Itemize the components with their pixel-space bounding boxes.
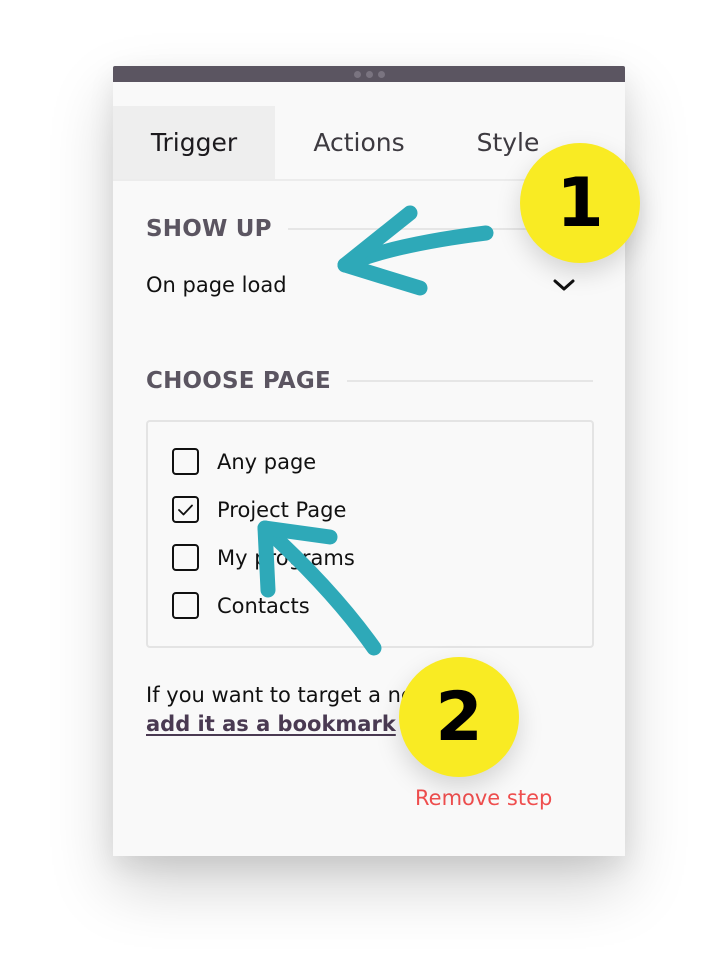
page-option-project-page[interactable]: Project Page xyxy=(172,496,346,523)
option-label: Contacts xyxy=(217,593,310,618)
show-up-select[interactable]: On page load xyxy=(146,271,576,299)
choose-page-heading: CHOOSE PAGE xyxy=(146,368,331,394)
bookmark-helper: If you want to target a new page, add it… xyxy=(146,681,596,739)
checkbox[interactable] xyxy=(172,592,199,619)
page-option-any-page[interactable]: Any page xyxy=(172,448,316,475)
choose-page-header: CHOOSE PAGE xyxy=(146,368,593,394)
option-label: Any page xyxy=(217,449,317,474)
chevron-down-icon xyxy=(553,279,575,291)
handle-dot xyxy=(365,70,373,78)
add-bookmark-link[interactable]: add it as a bookmark xyxy=(146,712,396,736)
show-up-heading: SHOW UP xyxy=(146,216,272,242)
checkbox-checked[interactable] xyxy=(172,496,199,523)
checkbox[interactable] xyxy=(172,448,199,475)
show-up-selected-value: On page load xyxy=(146,273,287,297)
handle-dot xyxy=(377,70,385,78)
remove-step-button[interactable]: Remove step xyxy=(415,786,552,810)
checkmark-icon xyxy=(178,504,193,515)
tab-trigger[interactable]: Trigger xyxy=(113,106,275,179)
page-option-contacts[interactable]: Contacts xyxy=(172,592,310,619)
option-label: Project Page xyxy=(217,497,347,522)
panel-drag-handle[interactable] xyxy=(113,66,625,82)
handle-dot xyxy=(353,70,361,78)
step-badge-2: 2 xyxy=(399,657,519,777)
step-badge-1: 1 xyxy=(520,143,640,263)
option-label: My programs xyxy=(217,545,355,570)
divider xyxy=(346,380,593,382)
checkbox[interactable] xyxy=(172,544,199,571)
tab-actions[interactable]: Actions xyxy=(275,106,443,179)
page-option-my-programs[interactable]: My programs xyxy=(172,544,355,571)
page-options-box: Any page Project Page My programs Contac… xyxy=(146,420,594,648)
